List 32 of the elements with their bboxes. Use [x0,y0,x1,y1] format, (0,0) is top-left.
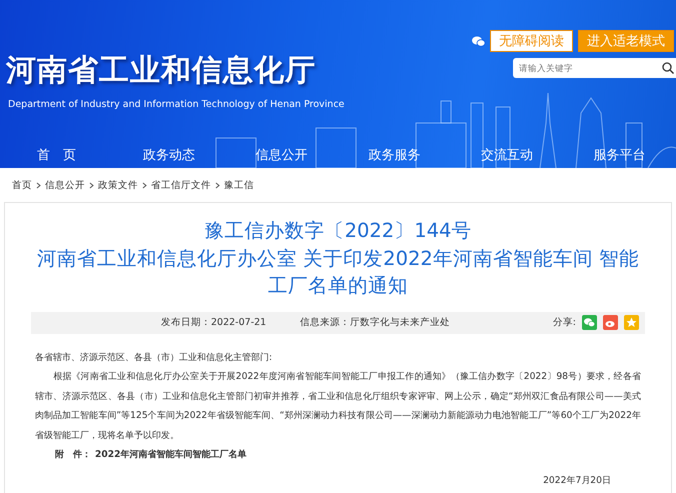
attachment-label: 附 件： [55,448,91,462]
nav-link[interactable]: 政务动态 [112,146,226,164]
wechat-icon[interactable] [472,36,485,46]
wechat-share-icon[interactable] [582,315,597,330]
nav-link[interactable]: 服务平台 [563,146,676,164]
info-source: 信息来源：厅数字化与未来产业处 [300,316,450,329]
breadcrumb-link[interactable]: 豫工信 [224,178,254,192]
chevron-icon [89,182,94,188]
chevron-icon [215,182,220,188]
nav-link[interactable]: 首 页 [0,146,113,164]
signature-date: 2022年7月20日 [542,474,611,488]
star-icon[interactable] [624,315,639,330]
search-field[interactable]: 请输入关键字 [513,58,676,78]
chevron-icon [142,182,147,188]
nav-link[interactable]: 交流互动 [450,146,564,164]
nav-link[interactable]: 信息公开 [225,146,338,164]
breadcrumb-link[interactable]: 省工信厅文件 [151,178,211,192]
share-label: 分享: [552,316,576,329]
article-title: 河南省工业和信息化厅办公室 关于印发2022年河南省智能车间 智能工厂名单的通知 [36,246,640,299]
article-title: 豫工信办数字〔2022〕144号 [204,218,472,244]
weibo-share-icon[interactable] [603,315,618,330]
publish-date: 发布日期：2022-07-21 [161,316,266,329]
site-title: 河南省工业和信息化厅 [6,52,317,90]
attachment-link[interactable]: 2022年河南省智能车间智能工厂名单 [95,445,247,464]
site-subtitle: Department of Industry and Information Technology of Henan Province [8,99,344,110]
salutation-text: 各省辖市、济源示范区、各县（市）工业和信息化主管部门: [35,350,274,364]
breadcrumb-link[interactable]: 信息公开 [45,178,85,192]
breadcrumb-link[interactable]: 政策文件 [98,178,138,192]
chevron-icon [36,182,41,188]
body-paragraph: 根据《河南省工业和信息化厅办公室关于开展2022年度河南省智能车间智能工厂申报工作的通知》（豫工信办数字〔2022〕98号）要求，经各省辖市、济源示范区、各县（市）工业和信息化主管部门初审并推荐，省工业和信息化厅组织专家评审、网上公示，确定“郑州双汇食品有限公司——美式肉制品加工智能车间”等125个车间为2022年省级智能车间、“郑州深澜动力科技有限公司——深澜动力新能源动力电池智能工厂”等60个工厂为2022年省级智能工厂，现将名单予以印发。 [35,370,641,442]
nav-link[interactable]: 政务服务 [338,146,451,164]
breadcrumb-link[interactable]: 首页 [12,178,32,192]
